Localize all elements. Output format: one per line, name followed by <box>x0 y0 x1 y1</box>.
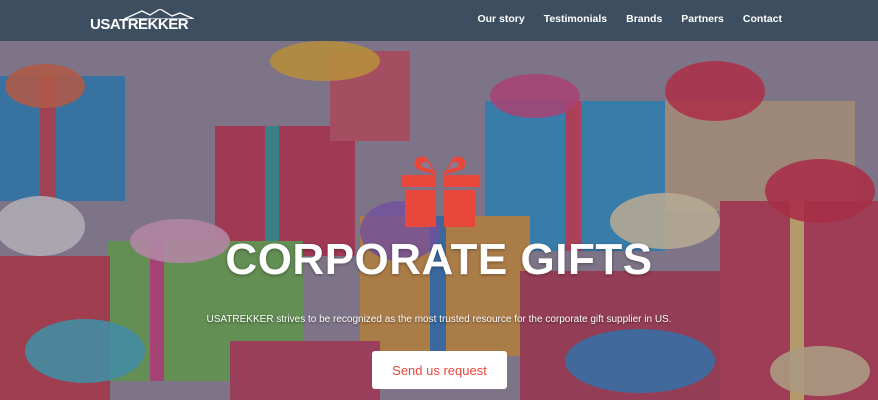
logo[interactable]: USATREKKER <box>90 9 194 33</box>
main-nav: Our story Testimonials Brands Partners C… <box>458 13 782 25</box>
nav-item-our-story[interactable]: Our story <box>477 13 524 25</box>
nav-item-brands[interactable]: Brands <box>626 13 662 25</box>
nav-item-contact[interactable]: Contact <box>743 13 782 25</box>
send-request-button[interactable]: Send us request <box>372 351 507 389</box>
top-navbar: USATREKKER Our story Testimonials Brands… <box>0 0 878 41</box>
mountain-icon <box>124 9 194 19</box>
hero-section: CORPORATE GIFTS USATREKKER strives to be… <box>0 41 878 400</box>
gift-icon <box>401 156 479 227</box>
nav-item-partners[interactable]: Partners <box>681 13 724 25</box>
hero-title: CORPORATE GIFTS <box>225 235 653 284</box>
hero-subtitle: USATREKKER strives to be recognized as t… <box>206 314 672 325</box>
nav-item-testimonials[interactable]: Testimonials <box>544 13 607 25</box>
